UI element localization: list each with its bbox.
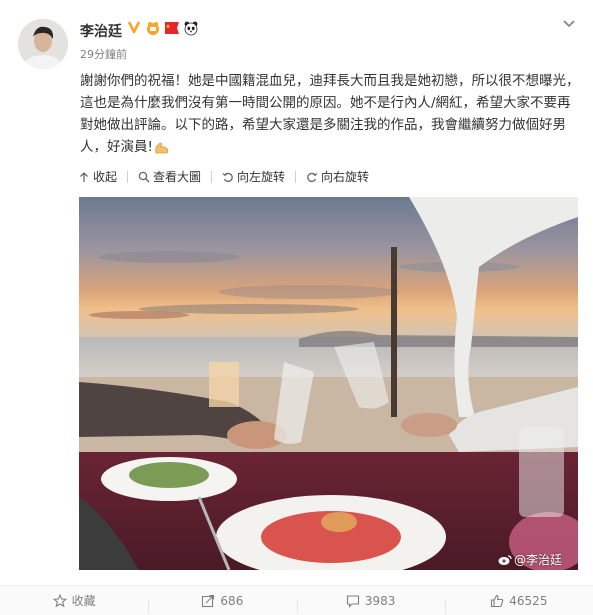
rotate-left-button[interactable]: 向左旋转 xyxy=(222,168,285,185)
repost-icon xyxy=(202,594,215,607)
weibo-post-card: 李治廷 29分鐘前 謝謝你們的祝福！她是中國籍混血兒，迪拜長大而且我是她初戀，所… xyxy=(0,0,593,615)
post-timestamp[interactable]: 29分鐘前 xyxy=(80,46,127,62)
star-icon xyxy=(52,593,67,607)
thumbs-up-icon xyxy=(491,594,504,607)
vip-badge-icon[interactable] xyxy=(145,20,161,36)
image-toolbar: 收起 查看大圖 向左旋转 向右旋转 xyxy=(78,168,369,185)
collapse-arrow-icon xyxy=(80,171,88,182)
repost-count: 686 xyxy=(220,593,244,608)
username[interactable]: 李治廷 xyxy=(80,21,122,41)
toolbar-divider xyxy=(211,170,213,183)
watermark-text: @李治廷 xyxy=(514,553,563,567)
chevron-down-icon[interactable] xyxy=(562,16,576,30)
comment-icon xyxy=(346,594,359,608)
rotate-right-icon xyxy=(307,172,318,182)
rotate-left-icon xyxy=(222,172,233,182)
repost-button[interactable]: 686 xyxy=(148,593,296,614)
collapse-label: 收起 xyxy=(93,170,118,184)
post-actions-bar: 收藏 686 3983 46525 xyxy=(0,585,593,615)
user-badges xyxy=(126,20,199,36)
china-flag-icon[interactable] xyxy=(164,20,180,36)
view-large-label: 查看大圖 xyxy=(153,170,202,184)
rotate-right-button[interactable]: 向右旋转 xyxy=(306,168,369,185)
favorite-button[interactable]: 收藏 xyxy=(0,592,148,609)
magnifier-icon xyxy=(138,171,150,182)
post-photo[interactable] xyxy=(79,197,578,570)
toolbar-divider xyxy=(295,170,297,183)
verified-v-badge-icon[interactable] xyxy=(126,20,142,36)
like-button[interactable]: 46525 xyxy=(444,593,593,614)
post-content: 謝謝你們的祝福！她是中國籍混血兒，迪拜長大而且我是她初戀，所以很不想曝光，這也是… xyxy=(80,70,580,158)
toolbar-divider xyxy=(127,170,129,183)
avatar[interactable] xyxy=(18,19,68,69)
collapse-button[interactable]: 收起 xyxy=(78,168,117,185)
flexed-arm-emoji-icon xyxy=(155,142,169,154)
photo-watermark: @李治廷 xyxy=(498,551,562,568)
view-large-button[interactable]: 查看大圖 xyxy=(138,168,201,185)
weibo-logo-icon xyxy=(498,554,512,565)
rotate-left-label: 向左旋转 xyxy=(237,170,286,184)
rotate-right-label: 向右旋转 xyxy=(321,170,370,184)
comment-button[interactable]: 3983 xyxy=(296,593,445,614)
like-count: 46525 xyxy=(509,593,548,608)
comment-count: 3983 xyxy=(364,593,396,608)
favorite-label: 收藏 xyxy=(71,594,96,608)
panda-icon[interactable] xyxy=(183,20,199,36)
